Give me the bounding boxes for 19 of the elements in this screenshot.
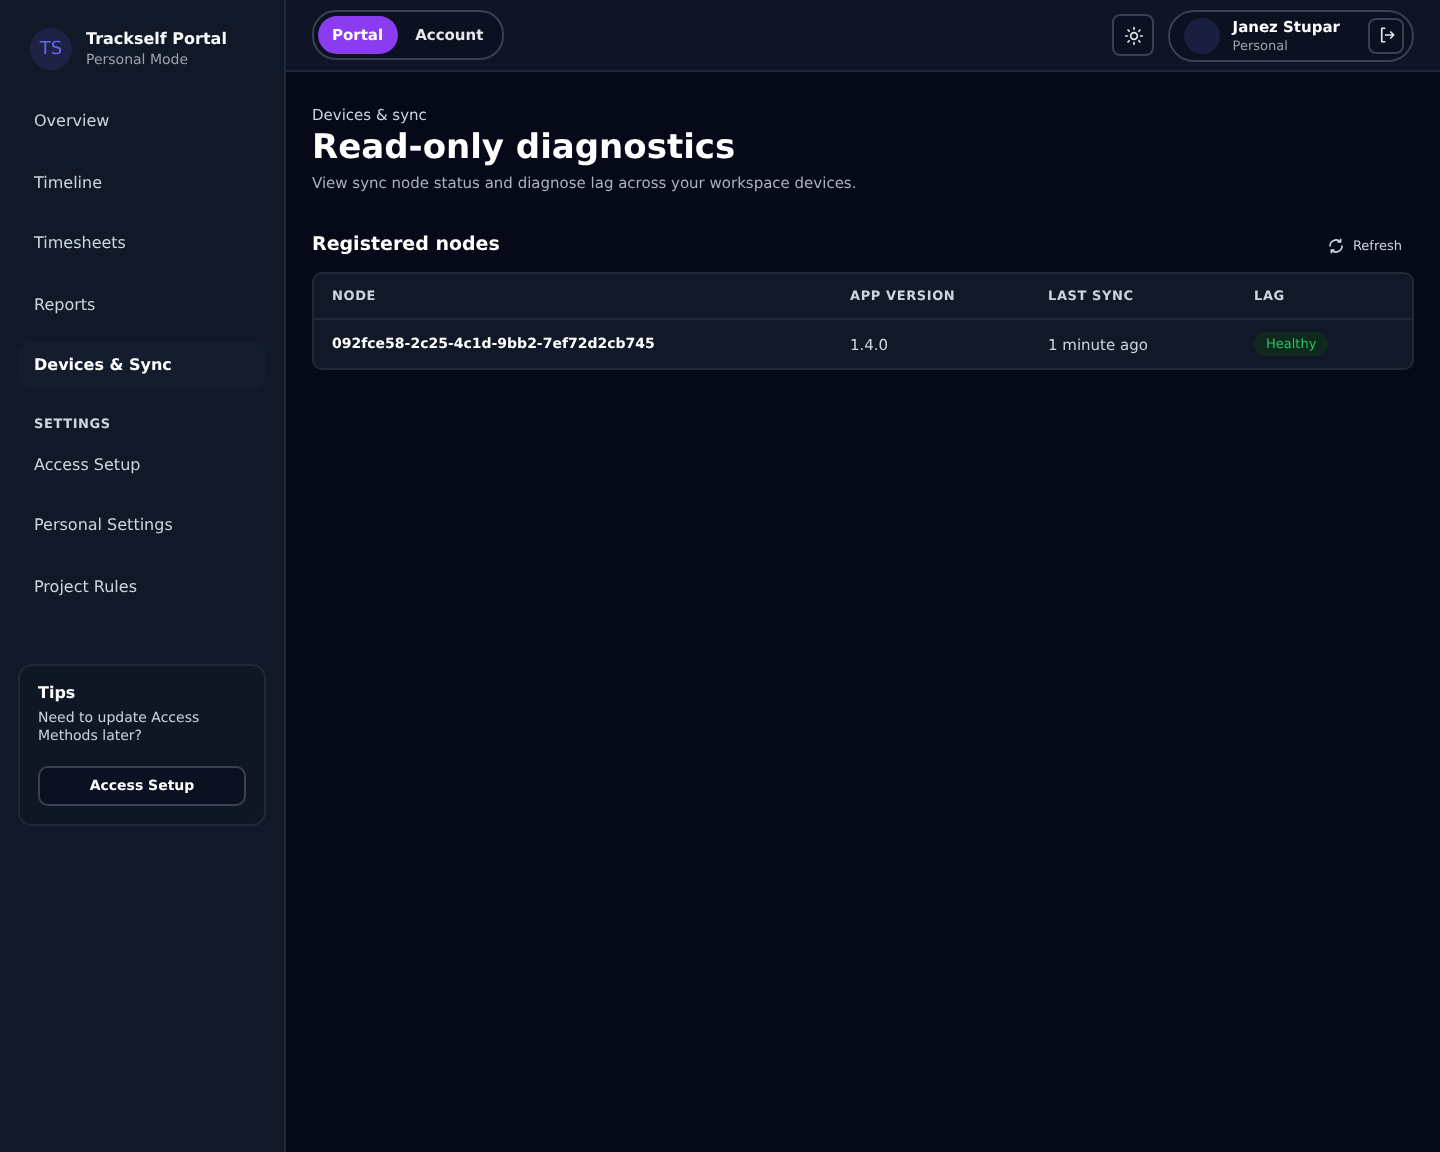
refresh-icon xyxy=(1328,237,1345,253)
tips-title: Tips xyxy=(38,684,78,702)
logout-icon xyxy=(1377,26,1395,44)
sidebar-item[interactable]: Devices & Sync xyxy=(18,342,266,388)
theme-button[interactable] xyxy=(1112,14,1155,56)
sidebar-item[interactable]: Access Setup xyxy=(18,441,266,487)
sidebar-item[interactable]: Reports xyxy=(18,281,266,327)
brand-name: Trackself Portal xyxy=(86,30,227,48)
sidebar-item[interactable]: Overview xyxy=(18,98,266,144)
brand-avatar: TS xyxy=(30,28,72,70)
sidebar-item[interactable]: Project Rules xyxy=(18,563,266,609)
sun-icon xyxy=(1123,25,1144,45)
section-title: Registered nodes xyxy=(312,234,500,256)
sidebar-item[interactable]: Timeline xyxy=(18,159,266,205)
user-avatar xyxy=(1184,17,1221,53)
logout-button[interactable] xyxy=(1368,17,1404,53)
sidebar-item[interactable]: Personal Settings xyxy=(18,502,266,548)
page-title: Read-only diagnostics xyxy=(312,128,738,168)
sidebar-item[interactable]: Timesheets xyxy=(18,220,266,266)
